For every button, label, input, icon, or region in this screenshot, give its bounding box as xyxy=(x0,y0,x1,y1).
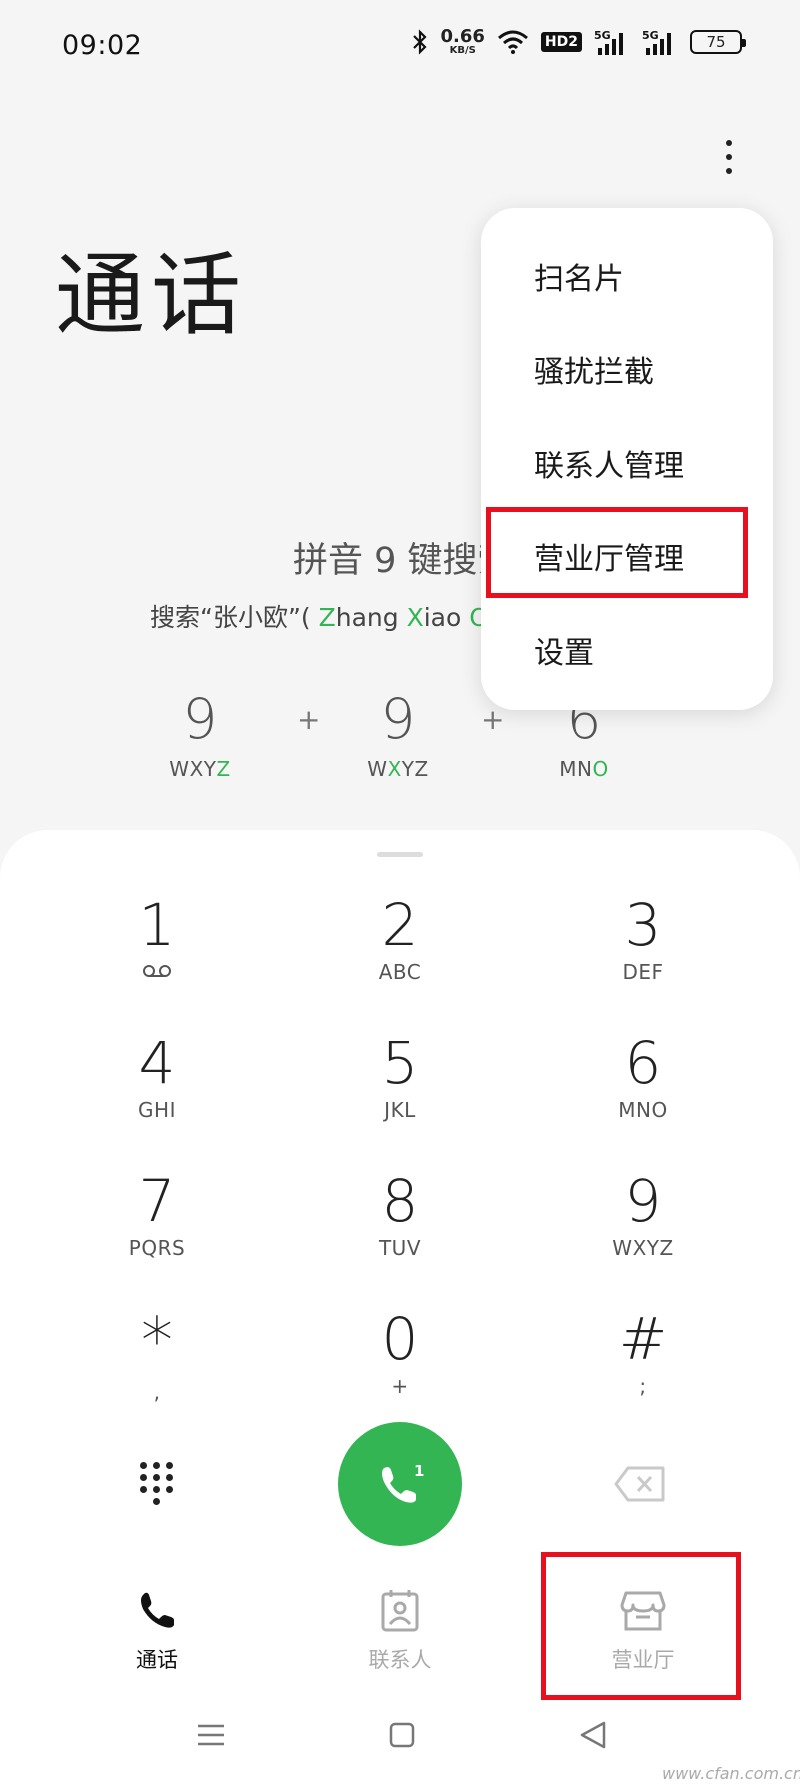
highlight-box-menu xyxy=(486,507,748,598)
dial-key-6[interactable]: 6 MNO xyxy=(543,1034,743,1122)
svg-text:5G: 5G xyxy=(594,29,611,42)
example-key: 9 WXYZ xyxy=(169,687,231,782)
sheet-drag-handle[interactable] xyxy=(377,852,423,857)
page-title: 通话 xyxy=(55,243,247,348)
overflow-menu: 扫名片 骚扰拦截 联系人管理 营业厅管理 设置 xyxy=(481,208,773,710)
menu-item-harassment-block[interactable]: 骚扰拦截 xyxy=(534,347,654,391)
more-options-button[interactable] xyxy=(710,132,748,182)
signal-icon-1: 5G xyxy=(594,28,630,56)
signal-icon-2: 5G xyxy=(642,28,678,56)
bluetooth-icon xyxy=(412,29,428,55)
menu-item-settings[interactable]: 设置 xyxy=(534,628,594,672)
menu-nav-icon[interactable] xyxy=(196,1720,226,1754)
plus-sign: + xyxy=(481,703,505,736)
dial-key-3[interactable]: 3 DEF xyxy=(543,896,743,984)
watermark: www.cfan.com.cn xyxy=(662,1764,800,1783)
phone-icon xyxy=(77,1586,237,1636)
contacts-icon xyxy=(320,1586,480,1636)
dial-key-hash[interactable]: #; xyxy=(543,1310,743,1398)
dial-key-5[interactable]: 5 JKL xyxy=(300,1034,500,1122)
pinyin-hint-example: 搜索“张小欧”( Zhang Xiao O xyxy=(150,603,489,632)
status-bar: 09:02 0.66 KB/S HD2 5G 5G 75 xyxy=(0,0,800,92)
network-speed: 0.66 KB/S xyxy=(440,26,485,56)
wifi-icon xyxy=(497,29,529,55)
backspace-icon[interactable] xyxy=(614,1466,666,1502)
more-dot xyxy=(726,154,732,160)
menu-item-contact-management[interactable]: 联系人管理 xyxy=(534,441,684,485)
status-icons: 0.66 KB/S HD2 5G 5G 75 xyxy=(412,26,746,56)
battery-icon: 75 xyxy=(690,30,746,54)
home-nav-icon[interactable] xyxy=(388,1720,416,1754)
status-time: 09:02 xyxy=(62,30,143,61)
back-nav-icon[interactable] xyxy=(578,1720,608,1754)
dial-key-star[interactable]: *, xyxy=(57,1310,257,1404)
dial-key-1[interactable]: 1 xyxy=(57,896,257,984)
dial-key-2[interactable]: 2 ABC xyxy=(300,896,500,984)
menu-item-scan-card[interactable]: 扫名片 xyxy=(534,254,624,298)
phone-sim1-icon: 1 xyxy=(382,1462,424,1503)
plus-sign: + xyxy=(297,703,321,736)
highlight-box-tab xyxy=(541,1552,741,1700)
tab-contacts[interactable]: 联系人 xyxy=(320,1586,480,1674)
dial-key-9[interactable]: 9 WXYZ xyxy=(543,1172,743,1260)
svg-text:5G: 5G xyxy=(642,29,659,42)
call-button[interactable]: 1 xyxy=(338,1422,462,1546)
dial-key-7[interactable]: 7 PQRS xyxy=(57,1172,257,1260)
example-key: 9 WXYZ xyxy=(367,687,429,782)
dialpad-toggle-button[interactable] xyxy=(137,1461,177,1505)
more-dot xyxy=(726,140,732,146)
more-dot xyxy=(726,168,732,174)
voicemail-icon xyxy=(57,960,257,984)
dial-key-8[interactable]: 8 TUV xyxy=(300,1172,500,1260)
svg-text:1: 1 xyxy=(414,1462,424,1480)
pinyin-hint-title: 拼音 9 键搜索 xyxy=(293,541,513,581)
tab-calls[interactable]: 通话 xyxy=(77,1586,237,1674)
dial-key-0[interactable]: 0 + xyxy=(300,1310,500,1398)
dial-key-4[interactable]: 4 GHI xyxy=(57,1034,257,1122)
hd-voice-icon: HD2 xyxy=(540,32,582,52)
